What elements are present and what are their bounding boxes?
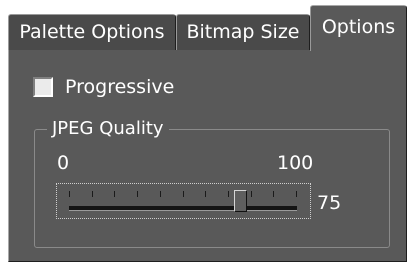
tab-label: Bitmap Size <box>186 21 300 43</box>
tab-bitmap-size[interactable]: Bitmap Size <box>176 14 310 50</box>
slider-tick <box>251 191 252 197</box>
slider-tick <box>137 191 138 197</box>
tab-options[interactable]: Options <box>310 5 407 51</box>
slider-tick <box>69 191 70 197</box>
tab-label: Options <box>321 16 396 38</box>
quality-min-label: 0 <box>57 152 70 174</box>
slider-tick <box>228 191 229 197</box>
slider-tick <box>92 191 93 197</box>
quality-max-label: 100 <box>277 152 314 174</box>
slider-tick <box>296 191 297 197</box>
slider-tick <box>183 191 184 197</box>
progressive-option[interactable]: Progressive <box>33 74 174 100</box>
slider-ticks <box>69 191 297 199</box>
slider-track <box>69 206 297 211</box>
slider-thumb[interactable] <box>234 190 247 212</box>
options-panel: Progressive JPEG Quality 0 100 75 <box>8 50 407 262</box>
tab-palette-options[interactable]: Palette Options <box>8 14 176 50</box>
progressive-label: Progressive <box>65 76 175 98</box>
slider-tick <box>205 191 206 197</box>
slider-tick <box>273 191 274 197</box>
slider-tick <box>114 191 115 197</box>
jpeg-quality-group: JPEG Quality 0 100 75 <box>34 118 390 248</box>
export-options-dialog: Palette Options Bitmap Size Options Prog… <box>0 0 411 269</box>
progressive-checkbox[interactable] <box>33 77 53 97</box>
tab-label: Palette Options <box>19 21 165 43</box>
jpeg-quality-title: JPEG Quality <box>47 118 169 140</box>
slider-tick <box>160 191 161 197</box>
jpeg-quality-slider[interactable] <box>56 183 311 219</box>
quality-value-label: 75 <box>317 192 342 214</box>
